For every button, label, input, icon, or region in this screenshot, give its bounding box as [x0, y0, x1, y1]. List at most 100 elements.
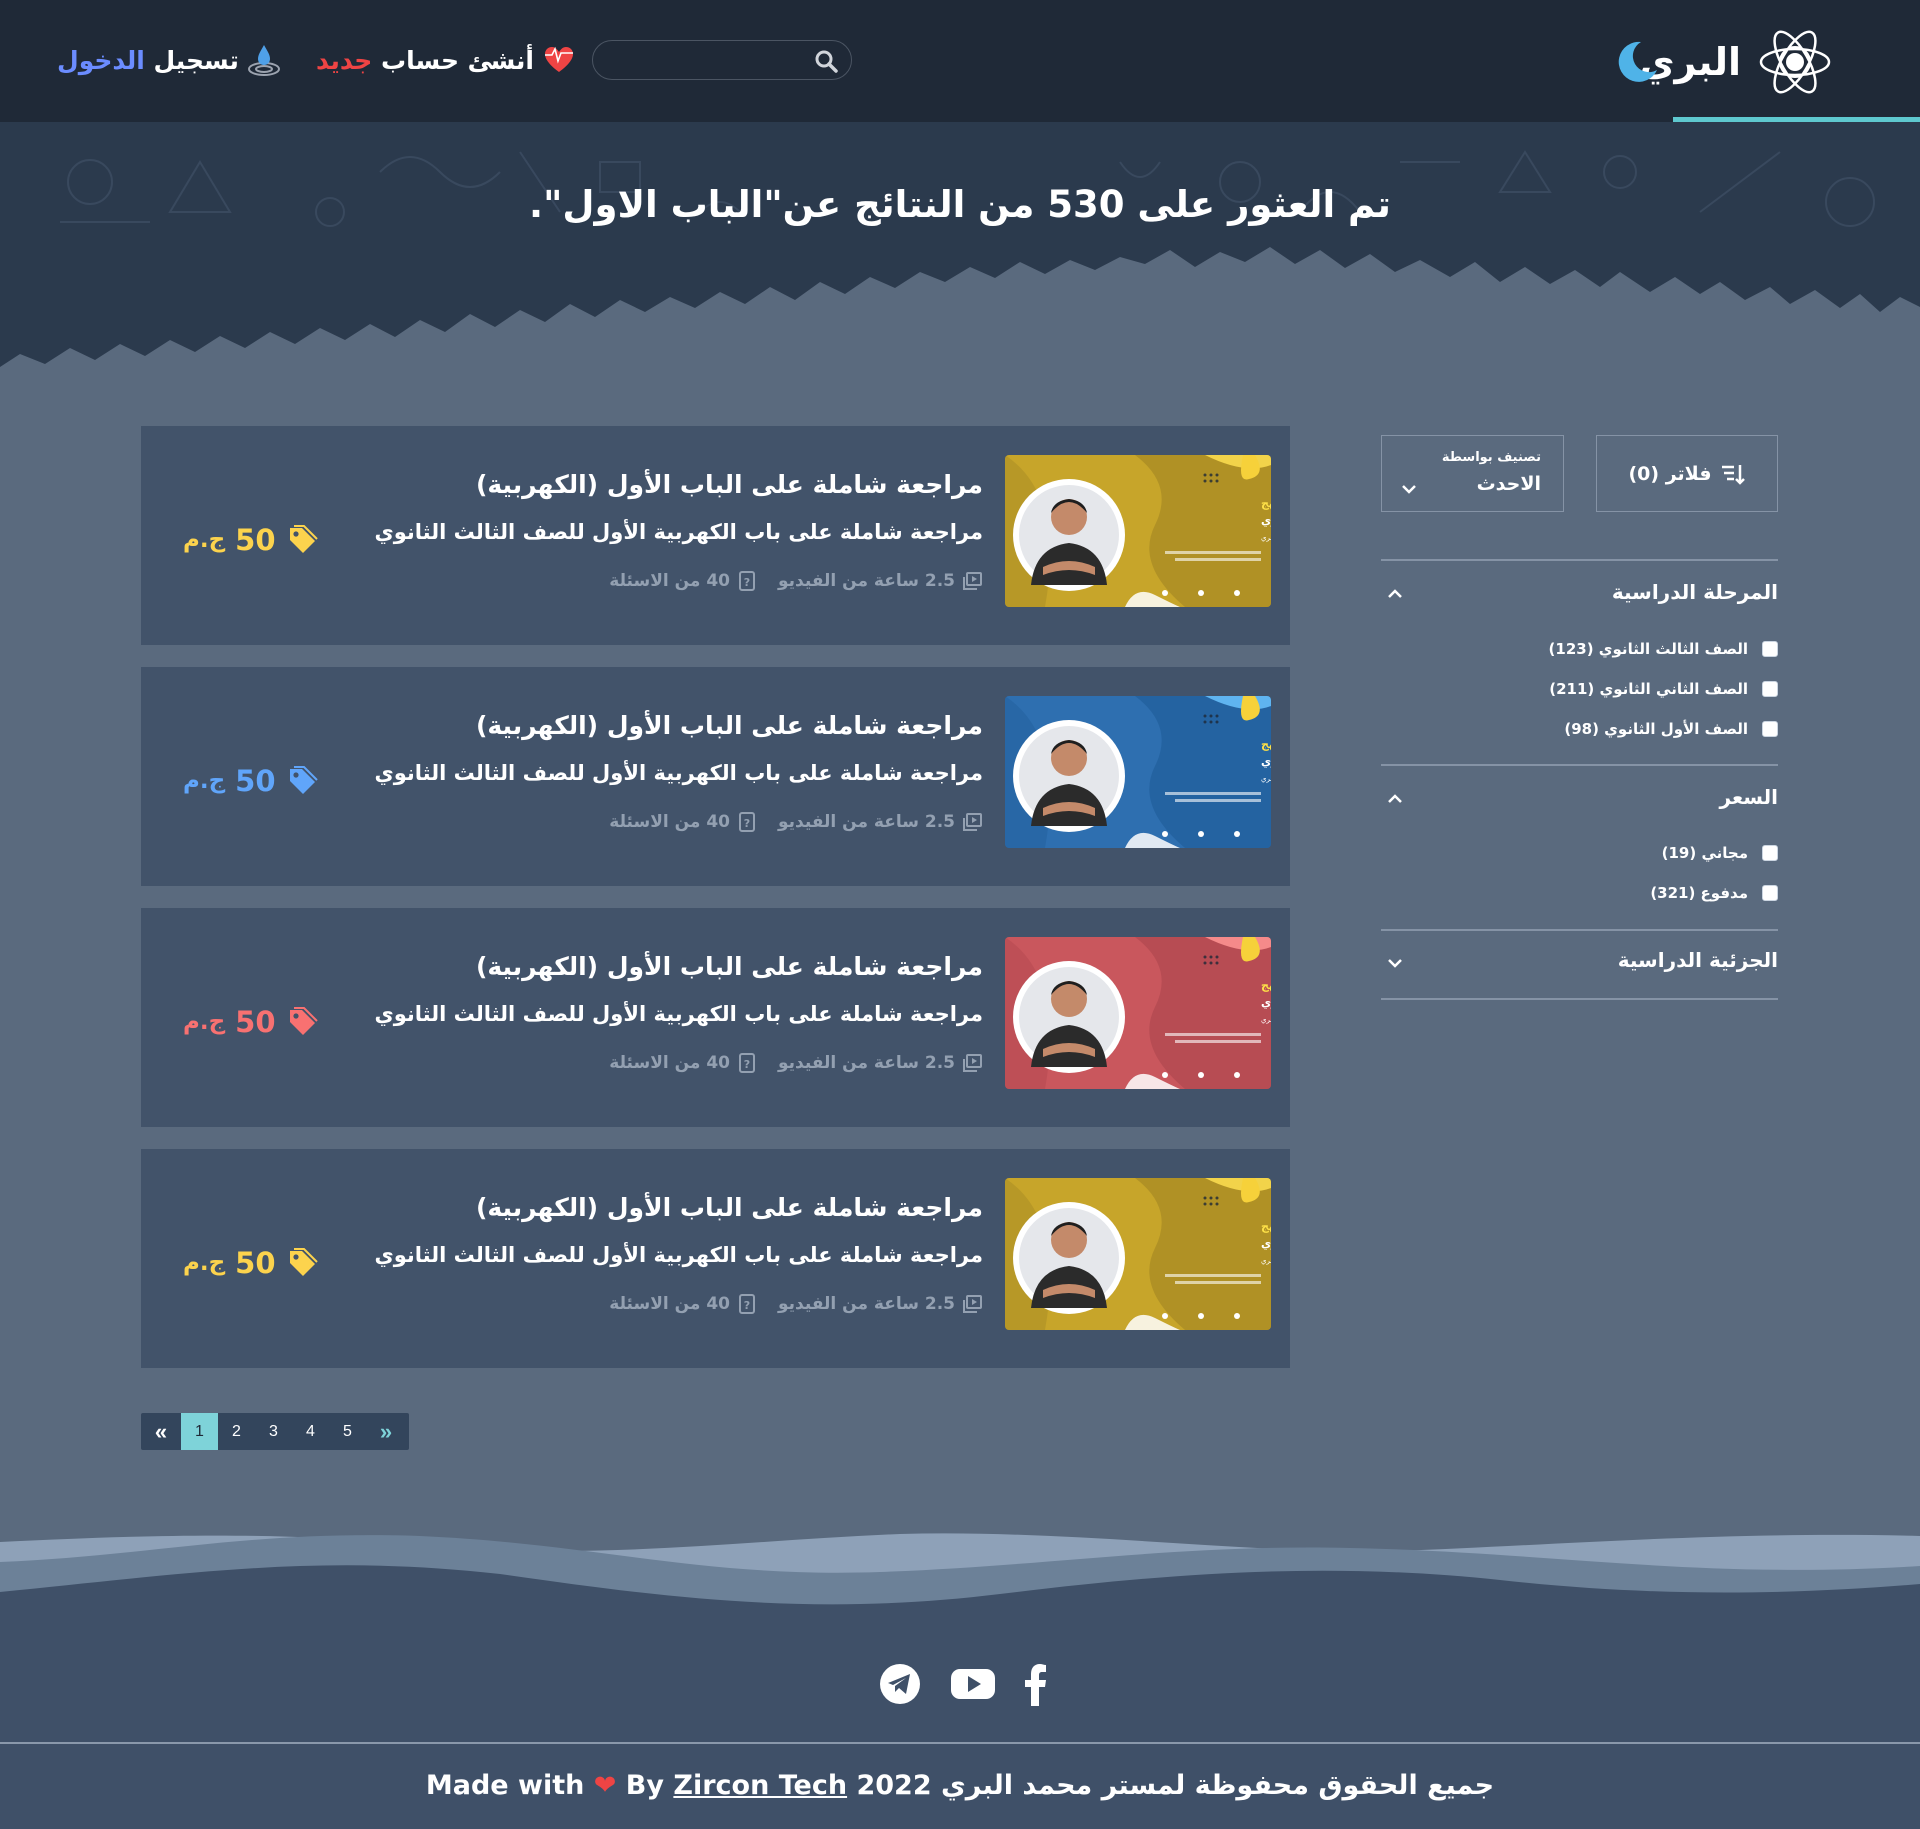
price-tag-icon	[289, 1248, 318, 1276]
facebook-icon[interactable]	[1016, 1662, 1056, 1706]
section-title-price[interactable]: السعر	[1720, 785, 1778, 809]
questions-count: ? 40 من الاسئلة	[609, 1293, 758, 1315]
questions-count: ? 40 من الاسئلة	[609, 570, 758, 592]
course-card[interactable]: مراجعة شاملة على المنهج للصف الثالث الثا…	[141, 426, 1290, 645]
chevron-up-icon[interactable]	[1383, 787, 1407, 811]
video-library-icon	[963, 1054, 982, 1072]
search-input[interactable]	[592, 40, 852, 80]
course-price: 50 ج.م	[183, 763, 318, 799]
copyright-arabic: جميع الحقوق محفوظة لمستر محمد البري 2022	[856, 1770, 1495, 1801]
course-subtitle: مراجعة شاملة على باب الكهربية الأول للصف…	[374, 1002, 983, 1026]
svg-text:?: ?	[744, 1058, 750, 1071]
section-title-topic[interactable]: الجزئية الدراسية	[1618, 948, 1778, 972]
question-doc-icon: ?	[739, 571, 756, 591]
atom-logo-icon	[1759, 30, 1831, 94]
video-hours: 2.5 ساعة من الفيديو	[778, 1052, 983, 1074]
course-subtitle: مراجعة شاملة على باب الكهربية الأول للصف…	[374, 761, 983, 785]
login-link[interactable]: تسجيل الدخول	[57, 42, 281, 78]
course-title[interactable]: مراجعة شاملة على الباب الأول (الكهربية)	[476, 1193, 983, 1222]
course-price: 50 ج.م	[183, 1245, 318, 1281]
svg-text:مراجعة شاملة على المنهج: مراجعة شاملة على المنهج	[1261, 738, 1271, 751]
checkbox[interactable]	[1762, 885, 1778, 901]
course-title[interactable]: مراجعة شاملة على الباب الأول (الكهربية)	[476, 952, 983, 981]
option-label: مجاني (19)	[1661, 844, 1748, 862]
filter-option[interactable]: مجاني (19)	[1662, 843, 1778, 863]
course-subtitle: مراجعة شاملة على باب الكهربية الأول للصف…	[374, 1243, 983, 1267]
course-price: 50 ج.م	[183, 522, 318, 558]
search-icon[interactable]	[814, 49, 838, 73]
login-label: تسجيل	[144, 45, 239, 75]
svg-text:?: ?	[744, 1299, 750, 1312]
sort-lines-icon	[1721, 464, 1745, 485]
filter-option[interactable]: مدفوع (321)	[1650, 883, 1778, 903]
question-doc-icon: ?	[739, 812, 756, 832]
page-1[interactable]: 1	[181, 1413, 218, 1450]
filter-option[interactable]: الصف الثالث الثانوي (123)	[1549, 639, 1778, 659]
moon-icon[interactable]	[1611, 36, 1661, 86]
pagination-prev[interactable]: «	[141, 1413, 181, 1450]
hero-background	[0, 122, 1920, 367]
course-card[interactable]: مراجعة شاملة على المنهج للصف الأول الثان…	[141, 908, 1290, 1127]
pagination: « 1 2 3 4 5 »	[141, 1413, 409, 1450]
checkbox[interactable]	[1762, 721, 1778, 737]
course-thumbnail[interactable]: مراجعة شاملة على المنهج للصف الثالث الثا…	[1005, 455, 1271, 607]
course-thumbnail[interactable]: مراجعة شاملة على المنهج للصف الثالث الثا…	[1005, 1178, 1271, 1330]
course-title[interactable]: مراجعة شاملة على الباب الأول (الكهربية)	[476, 470, 983, 499]
questions-count: ? 40 من الاسئلة	[609, 811, 758, 833]
pagination-next[interactable]: »	[366, 1413, 406, 1450]
svg-text:أ. محمد البري: أ. محمد البري	[1261, 533, 1271, 542]
hero-banner	[0, 122, 1920, 392]
course-meta: 2.5 ساعة من الفيديو ? 40 من الاسئلة	[609, 809, 983, 835]
checkbox[interactable]	[1762, 845, 1778, 861]
page-2[interactable]: 2	[218, 1413, 255, 1450]
svg-text:مراجعة شاملة على المنهج: مراجعة شاملة على المنهج	[1261, 1220, 1271, 1233]
top-navbar: البري أنشئ حساب جديد تسجيل الدخول	[0, 0, 1920, 122]
sort-dropdown[interactable]: تصنيف بواسطة الاحدث	[1381, 435, 1564, 512]
course-price: 50 ج.م	[183, 1004, 318, 1040]
option-label: الصف الثالث الثانوي (123)	[1548, 640, 1748, 658]
course-thumbnail[interactable]: مراجعة شاملة على المنهج للصف الثاني الثا…	[1005, 696, 1271, 848]
chevron-down-icon[interactable]	[1383, 951, 1407, 975]
brand[interactable]: البري	[1640, 22, 1835, 102]
checkbox[interactable]	[1762, 681, 1778, 697]
section-divider	[1381, 764, 1778, 766]
filters-button[interactable]: فلاتر (0)	[1596, 435, 1778, 512]
course-card[interactable]: مراجعة شاملة على المنهج للصف الثالث الثا…	[141, 1149, 1290, 1368]
section-title-stage[interactable]: المرحلة الدراسية	[1612, 580, 1778, 604]
course-thumbnail[interactable]: مراجعة شاملة على المنهج للصف الأول الثان…	[1005, 937, 1271, 1089]
filters-label: فلاتر (0)	[1628, 462, 1712, 485]
filter-option[interactable]: الصف الأول الثانوي (98)	[1564, 719, 1778, 739]
chevron-up-icon[interactable]	[1383, 582, 1407, 606]
question-doc-icon: ?	[739, 1053, 756, 1073]
price-tag-icon	[289, 525, 318, 553]
course-subtitle: مراجعة شاملة على باب الكهربية الأول للصف…	[374, 520, 983, 544]
company-link[interactable]: Zircon Tech	[673, 1770, 847, 1801]
svg-text:مراجعة شاملة على المنهج: مراجعة شاملة على المنهج	[1261, 979, 1271, 992]
checkbox[interactable]	[1762, 641, 1778, 657]
video-library-icon	[963, 572, 982, 590]
svg-text:للصف الأول الثانوي: للصف الأول الثانوي	[1261, 995, 1271, 1009]
course-card[interactable]: مراجعة شاملة على المنهج للصف الثاني الثا…	[141, 667, 1290, 886]
filter-option[interactable]: الصف الثاني الثانوي (211)	[1549, 679, 1778, 699]
page-5[interactable]: 5	[329, 1413, 366, 1450]
section-divider	[1381, 998, 1778, 1000]
svg-text:?: ?	[744, 817, 750, 830]
option-label: مدفوع (321)	[1650, 884, 1748, 902]
page-4[interactable]: 4	[292, 1413, 329, 1450]
signup-link[interactable]: أنشئ حساب جديد	[316, 42, 576, 78]
video-hours: 2.5 ساعة من الفيديو	[778, 570, 983, 592]
telegram-icon[interactable]	[878, 1662, 922, 1706]
by-label: By	[625, 1770, 664, 1801]
sort-caption: تصنيف بواسطة	[1441, 450, 1541, 465]
drop-ripple-icon	[247, 45, 280, 76]
video-library-icon	[963, 1295, 982, 1313]
heart-pulse-icon	[544, 46, 573, 72]
svg-text:للصف الثالث الثانوي: للصف الثالث الثانوي	[1261, 1237, 1271, 1250]
results-title: تم العثور على 530 من النتائج عن"الباب ال…	[529, 183, 1391, 226]
price-tag-icon	[289, 1007, 318, 1035]
course-title[interactable]: مراجعة شاملة على الباب الأول (الكهربية)	[476, 711, 983, 740]
copyright: جميع الحقوق محفوظة لمستر محمد البري 2022…	[0, 1770, 1920, 1801]
youtube-icon[interactable]	[950, 1662, 996, 1706]
section-divider	[1381, 559, 1778, 561]
page-3[interactable]: 3	[255, 1413, 292, 1450]
